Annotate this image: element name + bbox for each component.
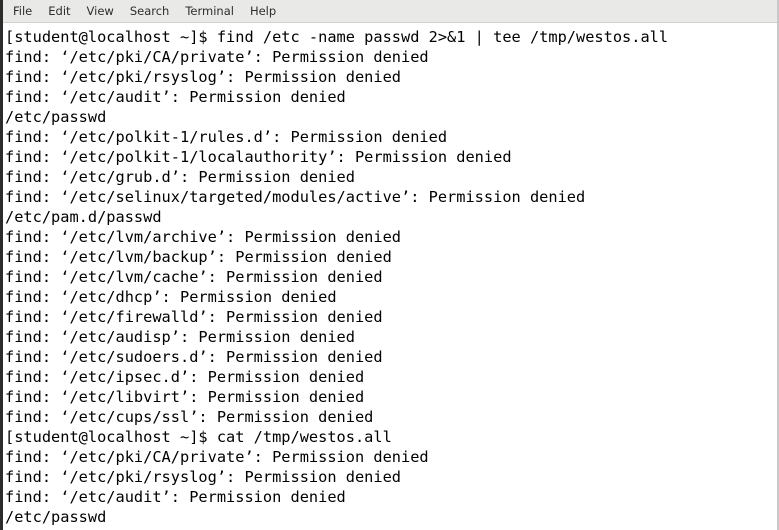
menu-item-terminal[interactable]: Terminal <box>185 2 243 20</box>
terminal-line: find: ‘/etc/dhcp’: Permission denied <box>5 288 337 306</box>
terminal-line: find: ‘/etc/pki/CA/private’: Permission … <box>5 48 429 66</box>
terminal-window: File Edit View Search Terminal Help [stu… <box>0 0 779 530</box>
terminal-line: find: ‘/etc/lvm/cache’: Permission denie… <box>5 268 383 286</box>
menu-item-view[interactable]: View <box>87 2 123 20</box>
terminal-line: find: ‘/etc/audit’: Permission denied <box>5 488 346 506</box>
terminal-line: find: ‘/etc/selinux/targeted/modules/act… <box>5 188 586 206</box>
terminal-line: find: ‘/etc/lvm/archive’: Permission den… <box>5 228 402 246</box>
terminal-line: find: ‘/etc/audisp’: Permission denied <box>5 328 355 346</box>
terminal-line: /etc/passwd <box>5 108 107 126</box>
terminal-line: find: ‘/etc/polkit-1/rules.d’: Permissio… <box>5 128 448 146</box>
menu-item-help[interactable]: Help <box>250 2 285 20</box>
terminal-line: [student@localhost ~]$ cat /tmp/westos.a… <box>5 428 392 446</box>
terminal-line: find: ‘/etc/grub.d’: Permission denied <box>5 168 355 186</box>
terminal-line: /etc/passwd <box>5 508 107 526</box>
terminal-line: find: ‘/etc/ipsec.d’: Permission denied <box>5 368 365 386</box>
terminal-line: find: ‘/etc/cups/ssl’: Permission denied <box>5 408 374 426</box>
terminal-line: find: ‘/etc/sudoers.d’: Permission denie… <box>5 348 383 366</box>
window-frame-left-edge <box>0 0 3 530</box>
menu-item-file[interactable]: File <box>13 2 41 20</box>
menu-bar: File Edit View Search Terminal Help <box>3 0 777 23</box>
terminal-line: find: ‘/etc/pki/CA/private’: Permission … <box>5 448 429 466</box>
terminal-line: [student@localhost ~]$ find /etc -name p… <box>5 28 669 46</box>
terminal-line: find: ‘/etc/polkit-1/localauthority’: Pe… <box>5 148 512 166</box>
terminal-line: /etc/pam.d/passwd <box>5 208 162 226</box>
terminal-line: find: ‘/etc/pki/rsyslog’: Permission den… <box>5 468 402 486</box>
terminal-output-area[interactable]: [student@localhost ~]$ find /etc -name p… <box>3 24 777 530</box>
terminal-line: find: ‘/etc/pki/rsyslog’: Permission den… <box>5 68 402 86</box>
terminal-line: find: ‘/etc/audit’: Permission denied <box>5 88 346 106</box>
menu-item-search[interactable]: Search <box>130 2 179 20</box>
menu-item-edit[interactable]: Edit <box>48 2 79 20</box>
terminal-line: find: ‘/etc/firewalld’: Permission denie… <box>5 308 383 326</box>
terminal-line: find: ‘/etc/libvirt’: Permission denied <box>5 388 365 406</box>
terminal-line: find: ‘/etc/lvm/backup’: Permission deni… <box>5 248 392 266</box>
